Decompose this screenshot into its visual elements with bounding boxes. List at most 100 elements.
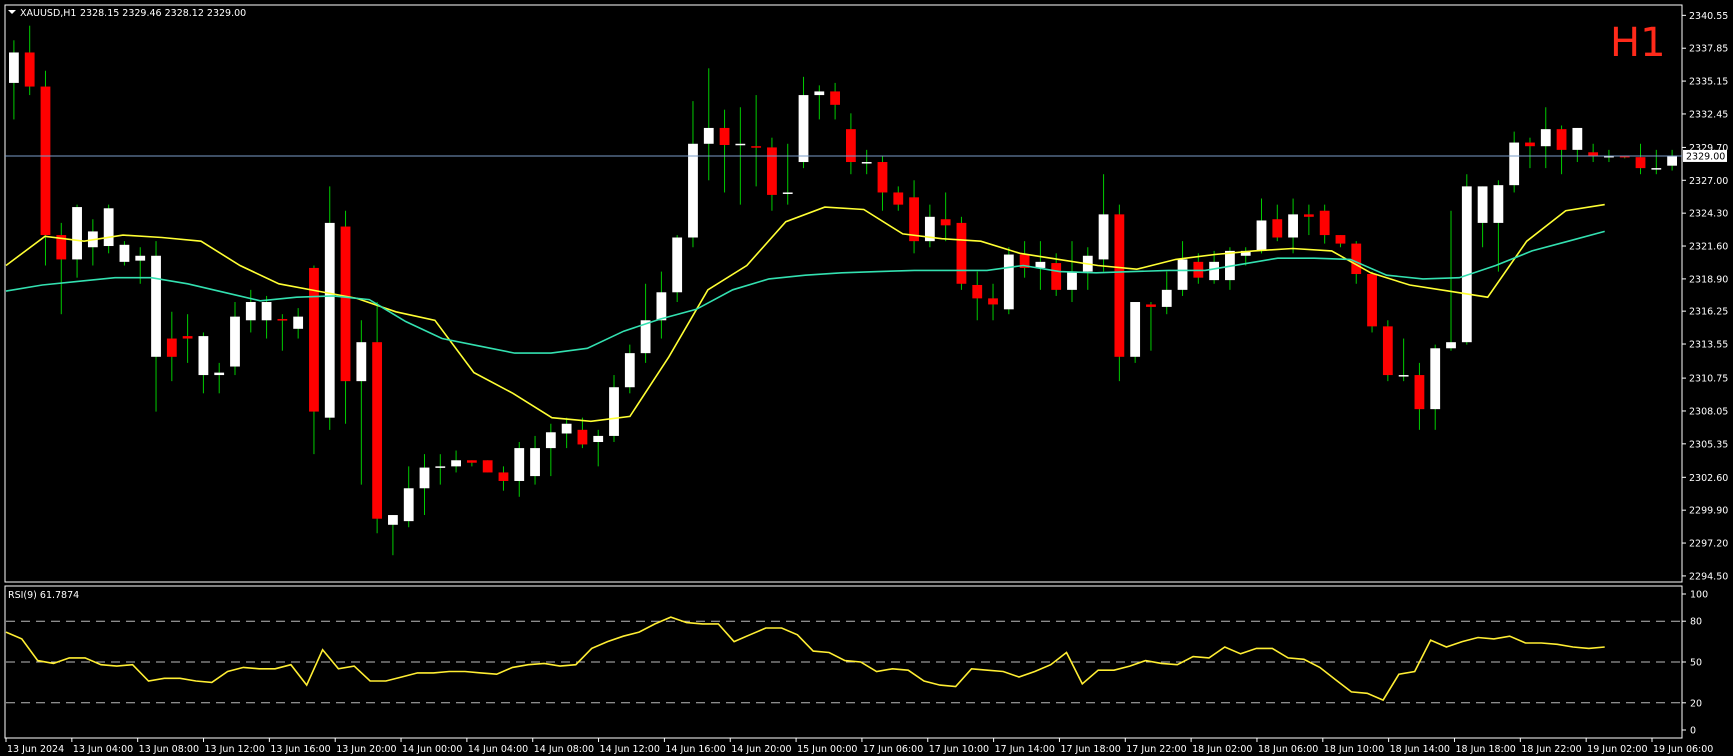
candle-bull: [1209, 261, 1220, 281]
price-tick-label: 2321.60: [1689, 242, 1728, 253]
time-tick-label: 13 Jun 12:00: [205, 744, 265, 755]
candle-bull: [451, 460, 461, 467]
price-tick-label: 2297.20: [1689, 539, 1728, 550]
time-tick-label: 18 Jun 10:00: [1324, 744, 1384, 755]
time-tick-label: 18 Jun 22:00: [1521, 744, 1581, 755]
candle-bull: [593, 435, 604, 443]
time-tick-label: 13 Jun 04:00: [73, 744, 133, 755]
rsi-tick-label: 80: [1690, 617, 1702, 628]
rsi-panel[interactable]: 100 80 50 20 0 RSI(9) 61.7874: [4, 585, 1708, 739]
candle-bull: [1461, 186, 1472, 343]
time-tick-label: 14 Jun 12:00: [600, 744, 660, 755]
candle-bull: [245, 302, 256, 321]
candle-bear: [166, 338, 177, 357]
timeframe-badge: H1: [1610, 20, 1666, 66]
candle-bull: [514, 448, 525, 481]
candle-bull: [561, 423, 572, 434]
candle-bull: [72, 207, 82, 260]
candle-bear: [1146, 304, 1156, 307]
candle-bull: [1493, 185, 1504, 223]
price-tick-label: 2340.55: [1689, 11, 1728, 22]
time-tick-label: 14 Jun 04:00: [468, 744, 528, 755]
candle-bear: [830, 91, 840, 105]
candle-bear: [466, 460, 477, 463]
candle-bear: [340, 226, 351, 382]
candle-bull: [1667, 155, 1677, 166]
trading-chart[interactable]: 2340.552337.852335.152332.452329.702327.…: [0, 0, 1733, 756]
candle-bull: [656, 292, 667, 321]
candle-bull: [1509, 142, 1520, 186]
candle-bull: [435, 466, 446, 468]
candle-bull: [861, 162, 872, 164]
candle-bear: [940, 219, 951, 226]
rsi-tick-label: 20: [1690, 698, 1702, 709]
rsi-tick-label: 50: [1690, 658, 1702, 669]
candle-bear: [751, 146, 762, 148]
candle-bull: [798, 95, 809, 163]
candle-bull: [1477, 186, 1488, 223]
candle-bear: [846, 129, 856, 163]
candle-bull: [688, 143, 698, 238]
candle-bear: [182, 336, 193, 339]
time-tick-label: 14 Jun 08:00: [534, 744, 594, 755]
candle-bull: [782, 192, 793, 194]
time-tick-label: 13 Jun 20:00: [336, 744, 396, 755]
candle-bear: [277, 319, 288, 321]
candle-bear: [1335, 235, 1346, 244]
time-tick-label: 17 Jun 06:00: [863, 744, 923, 755]
candle-bull: [1651, 168, 1662, 170]
price-tick-label: 2305.35: [1689, 439, 1728, 450]
candle-bear: [577, 429, 588, 445]
candle-bear: [1382, 326, 1393, 376]
price-tick-label: 2318.90: [1689, 274, 1728, 285]
candle-bull: [198, 336, 209, 376]
main-panel[interactable]: 2340.552337.852335.152332.452329.702327.…: [4, 4, 1728, 583]
candle-bear: [956, 222, 967, 284]
price-tick-label: 2310.75: [1689, 374, 1728, 385]
candle-bear: [1114, 214, 1125, 357]
price-tick-label: 2337.85: [1689, 44, 1728, 55]
price-tick-label: 2294.50: [1689, 571, 1728, 582]
time-tick-label: 15 Jun 00:00: [797, 744, 857, 755]
candle-bear: [767, 147, 777, 195]
candle-bull: [1540, 129, 1551, 147]
candle-bear: [893, 192, 904, 205]
candle-bull: [293, 316, 304, 329]
candle-bear: [482, 460, 493, 473]
time-axis: 13 Jun 2024 13 Jun 04:00 13 Jun 08:00 13 Ju…: [5, 738, 1713, 755]
price-tick-label: 2316.25: [1689, 307, 1728, 318]
symbol-header[interactable]: XAUUSD,H1 2328.15 2329.46 2328.12 2329.0…: [8, 8, 246, 19]
candle-bull: [530, 448, 540, 477]
candle-bear: [1525, 142, 1535, 147]
time-tick-label: 14 Jun 20:00: [731, 744, 791, 755]
price-tick-label: 2332.45: [1689, 109, 1728, 120]
current-price-label: 2329.00: [1686, 151, 1725, 162]
candle-bear: [1367, 274, 1377, 327]
price-tick-label: 2313.55: [1689, 340, 1728, 351]
candle-bear: [1556, 129, 1567, 150]
time-tick-label: 14 Jun 00:00: [402, 744, 462, 755]
candle-bear: [372, 342, 383, 519]
candle-bull: [119, 244, 130, 262]
candle-bull: [1288, 214, 1298, 238]
candle-bull: [672, 237, 683, 293]
symbol-label: XAUUSD,H1: [20, 8, 76, 19]
current-price-tag: 2329.00: [1683, 149, 1727, 162]
price-tick-label: 2324.30: [1689, 209, 1728, 220]
ohlc-readout: 2328.15 2329.46 2328.12 2329.00: [80, 8, 246, 19]
candle-bull: [1067, 271, 1077, 290]
candle-bear: [1272, 219, 1283, 238]
candle-bull: [624, 353, 635, 388]
candle-bull: [419, 467, 430, 489]
candle-bull: [214, 372, 225, 376]
candle-bull: [703, 127, 714, 144]
candle-bull: [1098, 214, 1109, 260]
candle-bull: [388, 515, 398, 525]
time-tick-label: 17 Jun 10:00: [929, 744, 989, 755]
candle-bear: [1303, 214, 1314, 217]
candle-bull: [1430, 348, 1441, 410]
time-tick-label: 18 Jun 06:00: [1258, 744, 1318, 755]
price-tick-label: 2299.90: [1689, 506, 1728, 517]
candle-bear: [40, 86, 51, 236]
price-tick-label: 2302.60: [1689, 473, 1728, 484]
